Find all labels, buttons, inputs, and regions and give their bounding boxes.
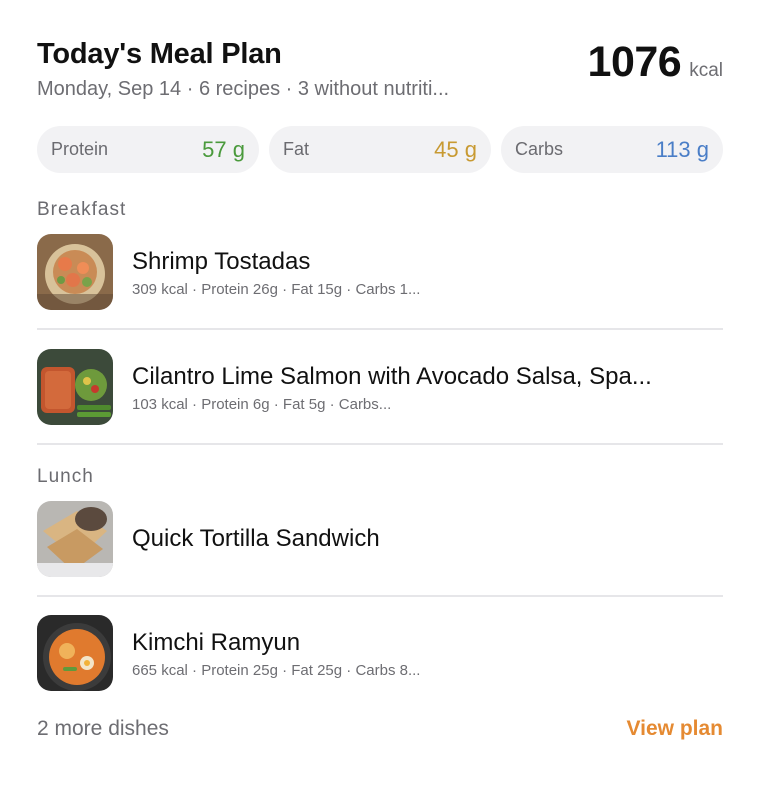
section-lunch-label: Lunch (37, 466, 94, 487)
meal-item-cilantro-lime-salmon[interactable]: Cilantro Lime Salmon with Avocado Salsa,… (37, 349, 723, 427)
meal-name: Shrimp Tostadas (132, 248, 311, 275)
shrimp-tostadas-photo (37, 234, 113, 310)
macro-label: Protein (51, 139, 109, 159)
total-calories: 1076 kcal (588, 38, 723, 87)
more-dishes-count: 2 more dishes (37, 717, 169, 740)
kcal-value: 1076 (587, 38, 682, 86)
header: Today's Meal Plan Monday, Sep 14 · 6 rec… (37, 38, 723, 108)
meal-plan-card: Today's Meal Plan Monday, Sep 14 · 6 rec… (0, 0, 760, 792)
meal-nutrition: 665 kcal · Protein 25g · Fat 25g · Carbs… (132, 662, 421, 679)
meal-name: Cilantro Lime Salmon with Avocado Salsa,… (132, 363, 652, 390)
divider (37, 443, 723, 445)
tortilla-sandwich-photo (37, 501, 113, 577)
macro-carbs: Carbs 113 g (501, 126, 723, 173)
kcal-unit: kcal (689, 60, 723, 81)
meal-name: Quick Tortilla Sandwich (132, 525, 380, 552)
meal-nutrition: 103 kcal · Protein 6g · Fat 5g · Carbs..… (132, 396, 392, 413)
view-plan-link[interactable]: View plan (627, 717, 723, 741)
macro-value: 57 g (202, 136, 245, 162)
macro-value: 113 g (655, 136, 709, 162)
macro-label: Carbs (515, 139, 564, 159)
plan-subtitle: Monday, Sep 14 · 6 recipes · 3 without n… (37, 78, 450, 100)
divider (37, 328, 723, 330)
page-title: Today's Meal Plan (37, 38, 282, 70)
section-breakfast-label: Breakfast (37, 199, 127, 220)
meal-item-kimchi-ramyun[interactable]: Kimchi Ramyun 665 kcal · Protein 25g · F… (37, 615, 723, 693)
macro-summary: Protein 57 g Fat 45 g Carbs 113 g (37, 126, 723, 173)
macro-protein: Protein 57 g (37, 126, 259, 173)
meal-item-quick-tortilla-sandwich[interactable]: Quick Tortilla Sandwich (37, 501, 723, 579)
meal-item-shrimp-tostadas[interactable]: Shrimp Tostadas 309 kcal · Protein 26g ·… (37, 234, 723, 312)
kimchi-ramyun-photo (37, 615, 113, 691)
meal-name: Kimchi Ramyun (132, 629, 301, 656)
salmon-photo (37, 349, 113, 425)
meal-nutrition: 309 kcal · Protein 26g · Fat 15g · Carbs… (132, 281, 421, 298)
macro-value: 45 g (434, 136, 477, 162)
divider (37, 595, 723, 597)
macro-fat: Fat 45 g (269, 126, 491, 173)
macro-label: Fat (283, 139, 310, 159)
